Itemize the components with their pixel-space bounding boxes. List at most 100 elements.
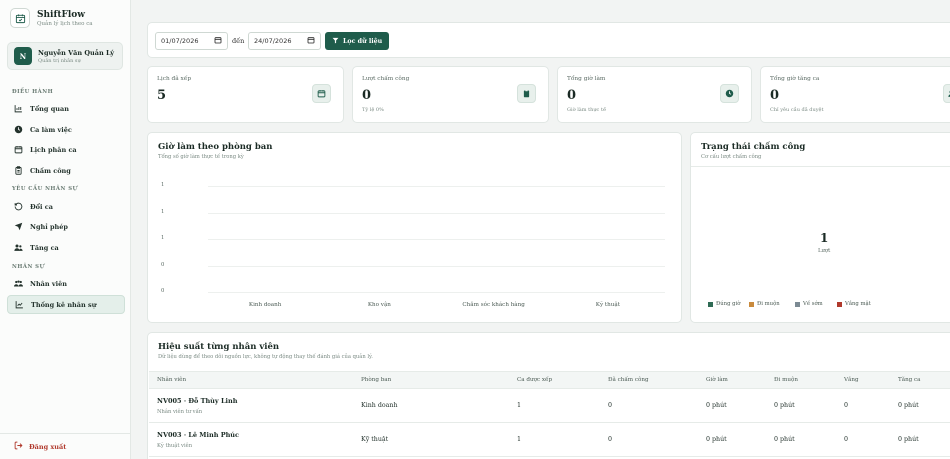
y-tick-label: 1 <box>161 182 165 188</box>
stat-value: 5 <box>157 88 167 103</box>
cell-shifts: 1 <box>517 402 522 409</box>
y-tick-label: 1 <box>161 208 165 215</box>
clipboard-icon <box>14 166 23 175</box>
cell-hours: 0 phút <box>706 402 727 409</box>
send-icon <box>14 222 23 231</box>
table-row[interactable]: NV005 · Đỗ Thùy Linh Nhân viên tư vấn Ki… <box>149 389 950 423</box>
employee-name: NV003 · Lê Minh Phúc <box>157 431 239 439</box>
status-chart-subtitle: Cơ cấu lượt chấm công <box>701 154 762 160</box>
employee-role: Kỹ thuật viên <box>157 443 193 449</box>
cell-checked-in: 0 <box>608 436 613 443</box>
stat-label: Lượt chấm công <box>362 76 410 82</box>
stat-sub: Chỉ yêu cầu đã duyệt <box>770 107 824 113</box>
th-hours: Giờ làm <box>706 377 728 383</box>
filter-button-label: Lọc dữ liệu <box>343 37 383 45</box>
sidebar-item-label: Ca làm việc <box>30 125 72 134</box>
sidebar-item-thong-ke-nhan-su[interactable]: Thống kê nhân sự <box>7 295 125 314</box>
donut-center-value: 1 <box>820 231 829 245</box>
sidebar-item-label: Nghỉ phép <box>30 222 68 231</box>
employee-name: NV005 · Đỗ Thùy Linh <box>157 397 238 405</box>
legend-label: Đúng giờ <box>716 301 741 307</box>
category-label: Kho vận <box>367 302 391 308</box>
sidebar-item-label: Thống kê nhân sự <box>31 300 97 309</box>
user-card[interactable]: N Nguyễn Văn Quản Lý Quản trị nhân sự <box>7 42 123 70</box>
legend-swatch <box>837 301 842 307</box>
y-tick-label: 0 <box>161 288 165 294</box>
th-checked-in: Đã chấm công <box>608 377 649 383</box>
calendar-icon[interactable] <box>214 36 222 46</box>
sidebar-item-tong-quan[interactable]: Tổng quan <box>7 99 125 118</box>
legend-swatch <box>795 301 800 307</box>
calendar-icon <box>312 84 331 103</box>
calendar-check-icon <box>10 8 30 28</box>
th-shifts: Ca được xếp <box>517 377 553 383</box>
refresh-icon <box>14 202 23 211</box>
cell-late: 0 phút <box>774 436 795 443</box>
user-role: Quản trị nhân sự <box>38 57 81 64</box>
legend-item: Vắng mặt <box>837 301 871 307</box>
logout-button[interactable]: Đăng xuất <box>0 433 130 459</box>
performance-table-card: Hiệu suất từng nhân viên Dữ liệu dùng để… <box>147 332 950 459</box>
sidebar-item-lich-phan-ca[interactable]: Lịch phân ca <box>7 140 125 159</box>
dept-chart-title: Giờ làm theo phòng ban <box>158 142 273 152</box>
stat-label: Lịch đã xếp <box>157 76 192 82</box>
category-label: Kỹ thuật <box>595 302 620 308</box>
sidebar-item-label: Tăng ca <box>30 243 59 252</box>
cell-overtime: 0 phút <box>898 436 919 443</box>
gridline <box>208 212 665 214</box>
sidebar-item-label: Chấm công <box>30 166 71 175</box>
brand[interactable]: ShiftFlow Quản lý lịch theo ca <box>0 0 130 36</box>
sidebar-item-cham-cong[interactable]: Chấm công <box>7 161 125 180</box>
trend-icon <box>15 300 24 309</box>
gridline <box>208 265 665 267</box>
legend-swatch <box>708 301 713 307</box>
table-header: Nhân viên Phòng ban Ca được xếp Đã chấm … <box>149 371 950 389</box>
attendance-status-chart-card: Trạng thái chấm công Cơ cấu lượt chấm cô… <box>690 132 950 323</box>
legend-label: Vắng mặt <box>845 301 871 307</box>
calendar-icon <box>14 145 23 154</box>
cell-shifts: 1 <box>517 436 522 443</box>
users-icon <box>14 243 23 252</box>
perf-subtitle: Dữ liệu dùng để theo dõi nguồn lực, khôn… <box>158 354 373 360</box>
stat-card-tong-gio-tang-ca: Tổng giờ tăng ca 0 Chỉ yêu cầu đã duyệt <box>760 66 950 123</box>
stat-sub: Tỷ lệ 0% <box>362 107 384 113</box>
th-absent: Vắng <box>844 377 859 383</box>
users-icon <box>943 84 950 103</box>
cell-absent: 0 <box>844 436 849 443</box>
cell-late: 0 phút <box>774 402 795 409</box>
legend-swatch <box>749 301 754 307</box>
clipboard-icon <box>517 84 536 103</box>
sidebar-item-nghi-phep[interactable]: Nghỉ phép <box>7 217 125 236</box>
th-overtime: Tăng ca <box>898 377 921 383</box>
user-name: Nguyễn Văn Quản Lý <box>38 48 115 57</box>
sidebar-item-label: Đổi ca <box>30 202 53 211</box>
sidebar-item-ca-lam-viec[interactable]: Ca làm việc <box>7 120 125 139</box>
cell-hours: 0 phút <box>706 436 727 443</box>
clock-icon <box>14 125 23 134</box>
calendar-icon[interactable] <box>307 36 315 46</box>
dept-chart-subtitle: Tổng số giờ làm thực tế trong kỳ <box>158 154 244 160</box>
to-date-value: 24/07/2026 <box>254 37 292 45</box>
status-chart-title: Trạng thái chấm công <box>701 142 806 152</box>
to-date-input[interactable]: 24/07/2026 <box>248 32 321 50</box>
filter-button[interactable]: Lọc dữ liệu <box>325 32 390 50</box>
cell-department: Kỹ thuật <box>361 436 389 443</box>
section-title-yeu-cau: YÊU CẦU NHÂN SỰ <box>12 186 78 192</box>
sidebar-item-doi-ca[interactable]: Đổi ca <box>7 197 125 216</box>
clock-icon <box>720 84 739 103</box>
sidebar-item-nhan-vien[interactable]: Nhân viên <box>7 274 125 293</box>
sidebar-item-label: Tổng quan <box>30 104 69 113</box>
stat-value: 0 <box>567 88 577 103</box>
th-employee: Nhân viên <box>157 377 187 383</box>
gridline <box>208 292 665 293</box>
team-icon <box>14 279 23 288</box>
stat-card-luot-cham-cong: Lượt chấm công 0 Tỷ lệ 0% <box>352 66 549 123</box>
stat-value: 0 <box>770 88 780 103</box>
table-row[interactable]: NV003 · Lê Minh Phúc Kỹ thuật viên Kỹ th… <box>149 423 950 457</box>
date-separator: đến <box>232 37 245 45</box>
perf-title: Hiệu suất từng nhân viên <box>158 342 280 352</box>
filter-bar: 01/07/2026 đến 24/07/2026 Lọc dữ liệu <box>147 22 950 58</box>
sidebar-item-tang-ca[interactable]: Tăng ca <box>7 238 125 257</box>
from-date-input[interactable]: 01/07/2026 <box>155 32 228 50</box>
y-tick-label: 0 <box>161 261 165 268</box>
